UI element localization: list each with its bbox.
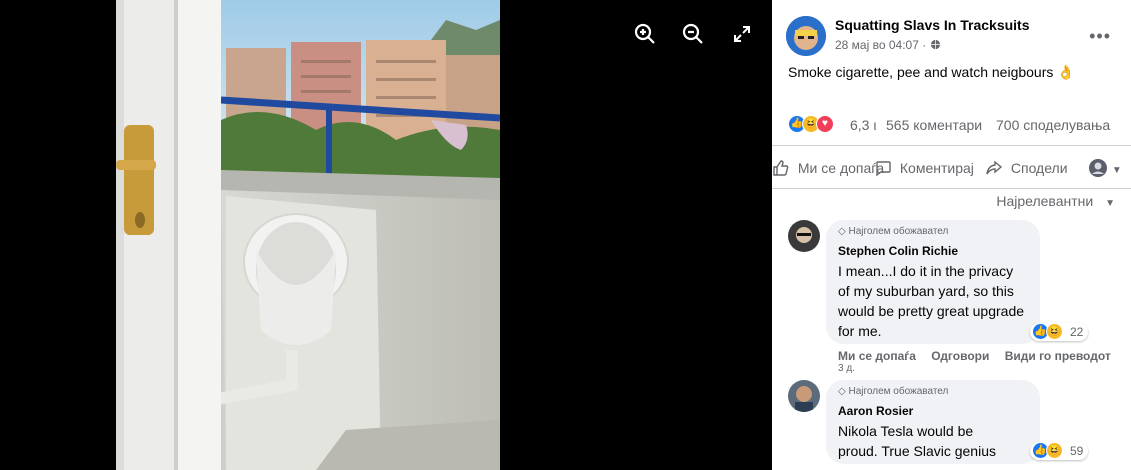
post-photo[interactable] — [116, 0, 500, 470]
top-fan-badge: ◇ Најголем обожавател — [838, 386, 1028, 400]
post-header: Squatting Slavs In Tracksuits 28 мај во … — [786, 16, 1131, 58]
reaction-count: 59 — [1070, 444, 1084, 458]
page-avatar[interactable] — [786, 16, 826, 56]
comment-item: ◇ Најголем обожавател Stephen Colin Rich… — [788, 220, 1123, 374]
photo-viewer — [0, 0, 772, 470]
caret-down-icon: ▼ — [1111, 165, 1122, 176]
meta-separator: · — [922, 38, 927, 52]
comment-button[interactable]: Коментирај — [874, 146, 974, 190]
post-panel: Squatting Slavs In Tracksuits 28 мај во … — [772, 0, 1131, 470]
post-meta: 28 мај во 04:07 · — [835, 38, 941, 52]
share-button[interactable]: Сподели — [985, 146, 1068, 190]
comment-icon — [874, 160, 896, 177]
diamond-icon: ◇ — [838, 226, 846, 237]
share-label: Сподели — [1010, 160, 1068, 176]
like-button[interactable]: Ми се допаѓа — [772, 146, 884, 190]
comment-like-link[interactable]: Ми се допаѓа — [838, 349, 916, 363]
comment-sort[interactable]: Најрелевантни ▼ — [996, 193, 1115, 209]
comment-reactions[interactable]: 👍 😆 22 — [1030, 323, 1089, 341]
comment-item: ◇ Најголем обожавател Aaron Rosier Nikol… — [788, 380, 1123, 470]
badge-label: Најголем обожавател — [848, 226, 949, 237]
translate-link[interactable]: Види го преводот — [1005, 349, 1111, 363]
commenter-avatar[interactable] — [788, 220, 820, 252]
thumbs-up-icon — [772, 160, 794, 176]
comment-reactions[interactable]: 👍 😆 59 — [1030, 442, 1089, 460]
badge-label: Најголем обожавател — [848, 386, 949, 397]
share-icon — [985, 160, 1007, 176]
commenter-avatar[interactable] — [788, 380, 820, 412]
haha-reaction-icon: 😆 — [1046, 323, 1063, 340]
sort-label: Најрелевантни — [996, 193, 1094, 209]
comment-label: Коментирај — [899, 160, 974, 176]
audience-selector[interactable]: ▼ — [1088, 146, 1122, 190]
zoom-out-icon[interactable] — [681, 22, 705, 46]
post-actions: Ми се допаѓа Коментирај Сподели ▼ — [772, 145, 1131, 189]
fullscreen-icon[interactable] — [730, 22, 754, 46]
zoom-in-icon[interactable] — [633, 22, 657, 46]
reaction-count[interactable]: 6,3 ι — [850, 117, 876, 133]
post-date[interactable]: 28 мај во 04:07 — [835, 38, 919, 52]
comment-reply-link[interactable]: Одговори — [931, 349, 989, 363]
love-reaction-icon: ♥ — [816, 115, 834, 133]
comment-bubble: ◇ Најголем обожавател Stephen Colin Rich… — [826, 220, 1040, 344]
haha-reaction-icon: 😆 — [1046, 442, 1063, 459]
shares-count[interactable]: 700 споделувања — [996, 117, 1110, 133]
globe-icon — [930, 38, 941, 52]
like-label: Ми се допаѓа — [797, 160, 885, 176]
comment-text: Nikola Tesla would be proud. True Slavic… — [838, 423, 996, 459]
diamond-icon: ◇ — [838, 386, 846, 397]
chevron-down-icon: ▼ — [1105, 198, 1115, 209]
comment-bubble: ◇ Најголем обожавател Aaron Rosier Nikol… — [826, 380, 1040, 464]
comments-count[interactable]: 565 коментари — [886, 117, 982, 133]
post-text: Smoke cigarette, pee and watch neigbours… — [788, 64, 1075, 80]
page-name[interactable]: Squatting Slavs In Tracksuits — [835, 17, 1030, 33]
comment-time[interactable]: 3 д. — [838, 363, 855, 374]
top-fan-badge: ◇ Најголем обожавател — [838, 226, 1028, 240]
comment-actions: Ми се допаѓа Одговори Види го преводот — [838, 349, 1111, 363]
post-stats: 👍 😆 ♥ 6,3 ι 565 коментари 700 споделувањ… — [788, 114, 1131, 136]
reaction-count: 22 — [1070, 325, 1084, 339]
comment-text: I mean...I do it in the privacy of my su… — [838, 263, 1025, 339]
more-options-icon[interactable]: ••• — [1089, 26, 1111, 47]
commenter-name[interactable]: Aaron Rosier — [838, 404, 1028, 418]
user-avatar-icon — [1088, 159, 1112, 177]
commenter-name[interactable]: Stephen Colin Richie — [838, 244, 1028, 258]
